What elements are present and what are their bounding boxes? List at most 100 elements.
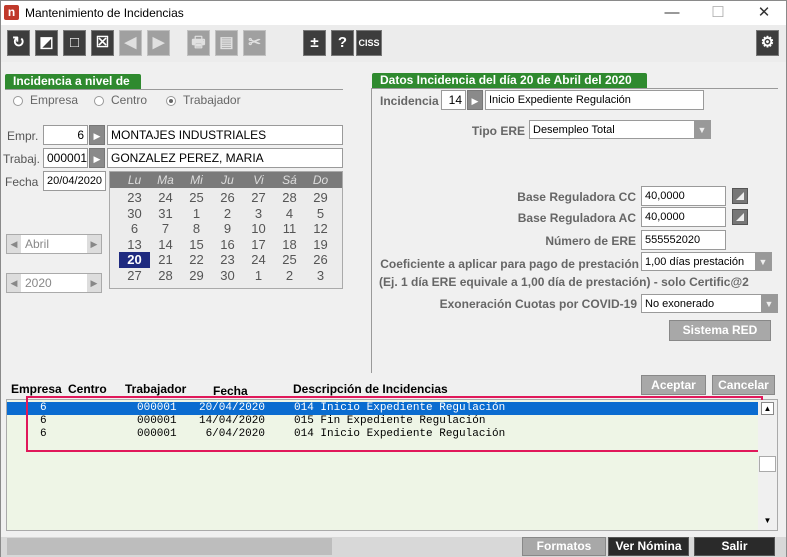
calendar-day[interactable]: 24 <box>243 252 274 268</box>
calendar-day[interactable]: 3 <box>305 268 336 284</box>
tipo-ere-select[interactable]: Desempleo Total ▼ <box>529 120 711 139</box>
next-button[interactable]: ▶ <box>147 30 170 56</box>
salir-button[interactable]: Salir <box>694 537 775 556</box>
vertical-scrollbar[interactable]: ▲ ▼ <box>758 400 777 530</box>
calendar-day[interactable]: 3 <box>243 206 274 222</box>
edit-button[interactable]: ◩ <box>35 30 58 56</box>
calendar-day[interactable]: 30 <box>212 268 243 284</box>
help-button[interactable]: ? <box>331 30 354 56</box>
scroll-down-icon[interactable]: ▼ <box>761 514 774 527</box>
spinner-right-icon[interactable]: ▶ <box>87 274 101 292</box>
calendar-day[interactable]: 9 <box>212 221 243 237</box>
calendar-day[interactable]: 31 <box>150 206 181 222</box>
calendar-day[interactable]: 18 <box>274 237 305 253</box>
maximize-button[interactable]: ☐ <box>695 1 741 25</box>
minimize-button[interactable]: — <box>649 1 695 25</box>
trab-name-input[interactable]: GONZALEZ PEREZ, MARIA <box>107 148 343 168</box>
trab-code-input[interactable]: 000001 <box>43 148 88 168</box>
calendar-day[interactable]: 23 <box>212 252 243 268</box>
calendar-day[interactable]: 29 <box>305 190 336 206</box>
calendar-day[interactable]: 25 <box>181 190 212 206</box>
calendar-day[interactable]: 25 <box>274 252 305 268</box>
calendar-day[interactable]: 11 <box>274 221 305 237</box>
calendar-day[interactable]: 17 <box>243 237 274 253</box>
chevron-down-icon[interactable]: ▼ <box>761 295 777 312</box>
incidencia-desc-input[interactable]: Inicio Expediente Regulación <box>485 90 704 110</box>
aceptar-button[interactable]: Aceptar <box>641 375 706 395</box>
num-ere-input[interactable]: 555552020 <box>641 230 726 250</box>
calendar-day[interactable]: 15 <box>181 237 212 253</box>
exoneracion-select[interactable]: No exonerado ▼ <box>641 294 778 313</box>
chevron-down-icon[interactable]: ▼ <box>755 253 771 270</box>
calendar-day[interactable]: 2 <box>274 268 305 284</box>
calendar-day[interactable]: 16 <box>212 237 243 253</box>
column-header: Centro <box>68 382 107 396</box>
spinner-right-icon[interactable]: ▶ <box>87 235 101 253</box>
empr-code-input[interactable]: 6 <box>43 125 88 145</box>
coeficiente-select[interactable]: 1,00 días prestación ▼ <box>641 252 772 271</box>
calendar-day[interactable]: 8 <box>181 221 212 237</box>
settings-button[interactable]: ⚙ <box>756 30 779 56</box>
edit-icon[interactable] <box>732 188 748 204</box>
calendar-day[interactable]: 29 <box>181 268 212 284</box>
scroll-thumb[interactable] <box>759 456 776 472</box>
calendar-day[interactable]: 27 <box>119 268 150 284</box>
calendar-day[interactable]: 5 <box>305 206 336 222</box>
calendar-day[interactable]: 26 <box>305 252 336 268</box>
calendar-day[interactable]: 1 <box>243 268 274 284</box>
cancelar-button[interactable]: Cancelar <box>712 375 775 395</box>
fecha-input[interactable]: 20/04/2020 <box>43 171 106 191</box>
calendar-day[interactable]: 21 <box>150 252 181 268</box>
spinner-left-icon[interactable]: ◀ <box>7 235 21 253</box>
scroll-up-icon[interactable]: ▲ <box>761 402 774 415</box>
calendar-day[interactable]: 22 <box>181 252 212 268</box>
refresh-button[interactable]: ↻ <box>7 30 30 56</box>
calendar-day[interactable]: 12 <box>305 221 336 237</box>
calendar-day[interactable]: 19 <box>305 237 336 253</box>
previous-button[interactable]: ◀ <box>119 30 142 56</box>
empr-lookup-arrow-icon[interactable]: ▶ <box>89 125 105 145</box>
radio-trabajador[interactable]: Trabajador <box>166 93 256 109</box>
calendar-day-selected[interactable]: 20 <box>119 252 150 268</box>
calendar-day[interactable]: 10 <box>243 221 274 237</box>
edit-icon[interactable] <box>732 209 748 225</box>
tools-button[interactable]: ✂ <box>243 30 266 56</box>
delete-button[interactable]: ☒ <box>91 30 114 56</box>
calendar-day[interactable]: 30 <box>119 206 150 222</box>
radio-empresa[interactable]: Empresa <box>13 93 93 109</box>
chevron-down-icon[interactable]: ▼ <box>694 121 710 138</box>
base-ac-input[interactable]: 40,0000 <box>641 207 726 227</box>
app-icon: n <box>4 5 19 20</box>
plus-minus-button[interactable]: ± <box>303 30 326 56</box>
trab-lookup-arrow-icon[interactable]: ▶ <box>89 148 105 168</box>
calendar-day[interactable]: 28 <box>150 268 181 284</box>
ciss-button[interactable]: CISS <box>356 30 382 56</box>
year-spinner[interactable]: ◀ 2020 ▶ <box>6 273 102 293</box>
calendar-day[interactable]: 27 <box>243 190 274 206</box>
empr-name-input[interactable]: MONTAJES INDUSTRIALES <box>107 125 343 145</box>
month-spinner[interactable]: ◀ Abril ▶ <box>6 234 102 254</box>
calendar-day[interactable]: 7 <box>150 221 181 237</box>
ver-nomina-button[interactable]: Ver Nómina <box>608 537 689 556</box>
calendar-day[interactable]: 26 <box>212 190 243 206</box>
sistema-red-button[interactable]: Sistema RED <box>669 320 771 341</box>
calendar-day[interactable]: 13 <box>119 237 150 253</box>
incidencia-lookup-arrow-icon[interactable]: ▶ <box>467 90 483 110</box>
print-button[interactable]: 🖶 <box>187 30 210 56</box>
list-button[interactable]: ▤ <box>215 30 238 56</box>
calendar-day[interactable]: 24 <box>150 190 181 206</box>
new-button[interactable]: □ <box>63 30 86 56</box>
formatos-button[interactable]: Formatos <box>522 537 606 556</box>
calendar-day[interactable]: 6 <box>119 221 150 237</box>
calendar-day[interactable]: 4 <box>274 206 305 222</box>
close-button[interactable]: ✕ <box>741 1 787 25</box>
spinner-left-icon[interactable]: ◀ <box>7 274 21 292</box>
calendar-day[interactable]: 1 <box>181 206 212 222</box>
calendar-day[interactable]: 28 <box>274 190 305 206</box>
calendar-day[interactable]: 23 <box>119 190 150 206</box>
calendar-day[interactable]: 2 <box>212 206 243 222</box>
base-cc-input[interactable]: 40,0000 <box>641 186 726 206</box>
radio-centro[interactable]: Centro <box>94 93 164 109</box>
calendar-day[interactable]: 14 <box>150 237 181 253</box>
incidencia-code-input[interactable]: 14 <box>441 90 466 110</box>
